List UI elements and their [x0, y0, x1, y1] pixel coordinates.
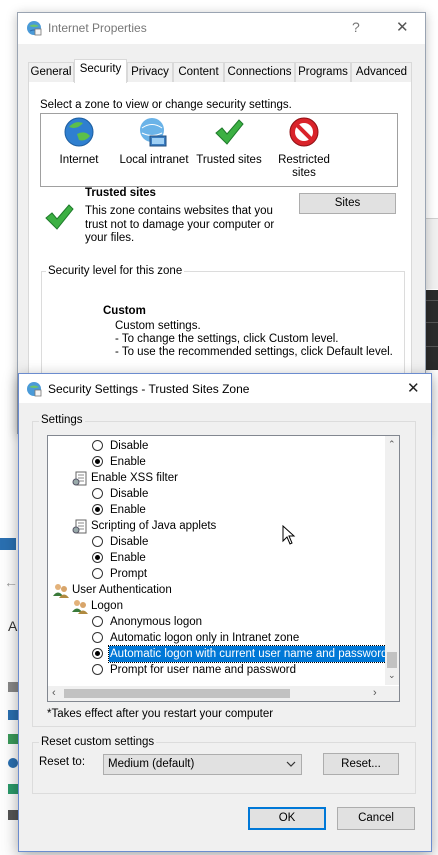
zone-label: sites: [292, 167, 316, 179]
level-name: Custom: [103, 305, 146, 317]
selected-zone-checkmark-icon: [42, 201, 76, 233]
title-bar[interactable]: Security Settings - Trusted Sites Zone ✕: [19, 374, 431, 403]
chevron-down-icon: [286, 759, 296, 769]
radio-button[interactable]: [92, 664, 103, 675]
tab-content[interactable]: Content: [173, 62, 224, 82]
tab-programs[interactable]: Programs: [295, 62, 351, 82]
zone-label: Internet: [59, 154, 99, 166]
close-button[interactable]: ✕: [396, 18, 409, 36]
vertical-scrollbar[interactable]: ⌃ ⌄: [385, 436, 399, 685]
title-bar[interactable]: Internet Properties ? ✕: [18, 13, 425, 44]
zone-description: This zone contains websites that you tru…: [85, 205, 275, 244]
help-button[interactable]: ?: [352, 19, 360, 35]
reset-to-label: Reset to:: [39, 756, 86, 768]
zone-label: Local intranet: [119, 154, 189, 166]
users-icon: [72, 599, 88, 614]
radio-button[interactable]: [92, 488, 103, 499]
reset-level-dropdown[interactable]: Medium (default): [103, 754, 302, 775]
tab-security[interactable]: Security: [74, 59, 127, 83]
background-letter: A: [8, 618, 18, 634]
zone-label: Trusted sites: [196, 154, 262, 166]
zone-local-intranet[interactable]: Local intranet: [117, 116, 191, 174]
dropdown-value: Medium (default): [108, 758, 195, 770]
mouse-cursor-icon: [282, 525, 296, 545]
checkmark-icon: [213, 116, 245, 148]
internet-properties-dialog: Internet Properties ? ✕ General Security…: [17, 12, 426, 434]
zone-label: Restricted: [278, 154, 330, 166]
zone-trusted-sites[interactable]: Trusted sites: [195, 116, 263, 174]
ok-button[interactable]: OK: [248, 807, 326, 830]
tab-general[interactable]: General: [28, 62, 74, 82]
zone-prompt: Select a zone to view or change security…: [40, 99, 292, 111]
group-label: Reset custom settings: [39, 736, 157, 748]
setting-page-icon: [72, 471, 88, 486]
horizontal-scrollbar[interactable]: ‹ ›: [48, 686, 385, 701]
users-icon: [53, 583, 69, 598]
sites-button[interactable]: Sites: [299, 193, 396, 214]
zone-title: Trusted sites: [85, 187, 156, 199]
scroll-right-icon[interactable]: ›: [373, 687, 377, 699]
radio-button[interactable]: [92, 440, 103, 451]
internet-options-icon: [26, 20, 42, 36]
scroll-down-icon[interactable]: ⌄: [388, 670, 396, 681]
group-label: Settings: [39, 414, 85, 426]
zone-restricted-sites[interactable]: Restricted sites: [269, 116, 339, 182]
window-title: Security Settings - Trusted Sites Zone: [48, 382, 250, 396]
radio-button[interactable]: [92, 632, 103, 643]
internet-options-icon: [26, 381, 42, 397]
radio-button[interactable]: [92, 552, 103, 563]
tab-privacy[interactable]: Privacy: [127, 62, 173, 82]
settings-tree[interactable]: Disable Enable Enable XSS filter Disable…: [47, 435, 400, 702]
radio-button[interactable]: [92, 568, 103, 579]
tab-connections[interactable]: Connections: [224, 62, 295, 82]
scroll-thumb[interactable]: [387, 652, 397, 668]
scroll-thumb[interactable]: [64, 689, 290, 698]
back-arrow-icon: ←: [4, 574, 18, 590]
restart-note: *Takes effect after you restart your com…: [47, 708, 274, 720]
group-label: Security level for this zone: [46, 265, 185, 277]
window-title: Internet Properties: [48, 21, 147, 35]
network-globe-icon: [138, 116, 170, 148]
background-window-left: ← A: [0, 530, 18, 855]
no-entry-icon: [288, 116, 320, 148]
scroll-left-icon[interactable]: ‹: [52, 687, 56, 699]
tab-advanced[interactable]: Advanced: [351, 62, 412, 82]
zone-list: Internet Local intranet Trusted sites Re…: [40, 113, 398, 187]
level-description: Custom settings. - To change the setting…: [115, 320, 393, 358]
close-button[interactable]: ✕: [407, 379, 420, 397]
radio-button[interactable]: [92, 456, 103, 467]
setting-page-icon: [72, 519, 88, 534]
radio-button[interactable]: [92, 648, 103, 659]
radio-button[interactable]: [92, 504, 103, 515]
radio-button[interactable]: [92, 616, 103, 627]
zone-internet[interactable]: Internet: [47, 116, 111, 174]
globe-icon: [63, 116, 95, 148]
cancel-button[interactable]: Cancel: [337, 807, 415, 830]
background-icon: [0, 538, 16, 550]
scroll-up-icon[interactable]: ⌃: [388, 439, 396, 450]
radio-button[interactable]: [92, 536, 103, 547]
reset-button[interactable]: Reset...: [323, 753, 399, 775]
security-settings-dialog: Security Settings - Trusted Sites Zone ✕…: [18, 373, 432, 852]
